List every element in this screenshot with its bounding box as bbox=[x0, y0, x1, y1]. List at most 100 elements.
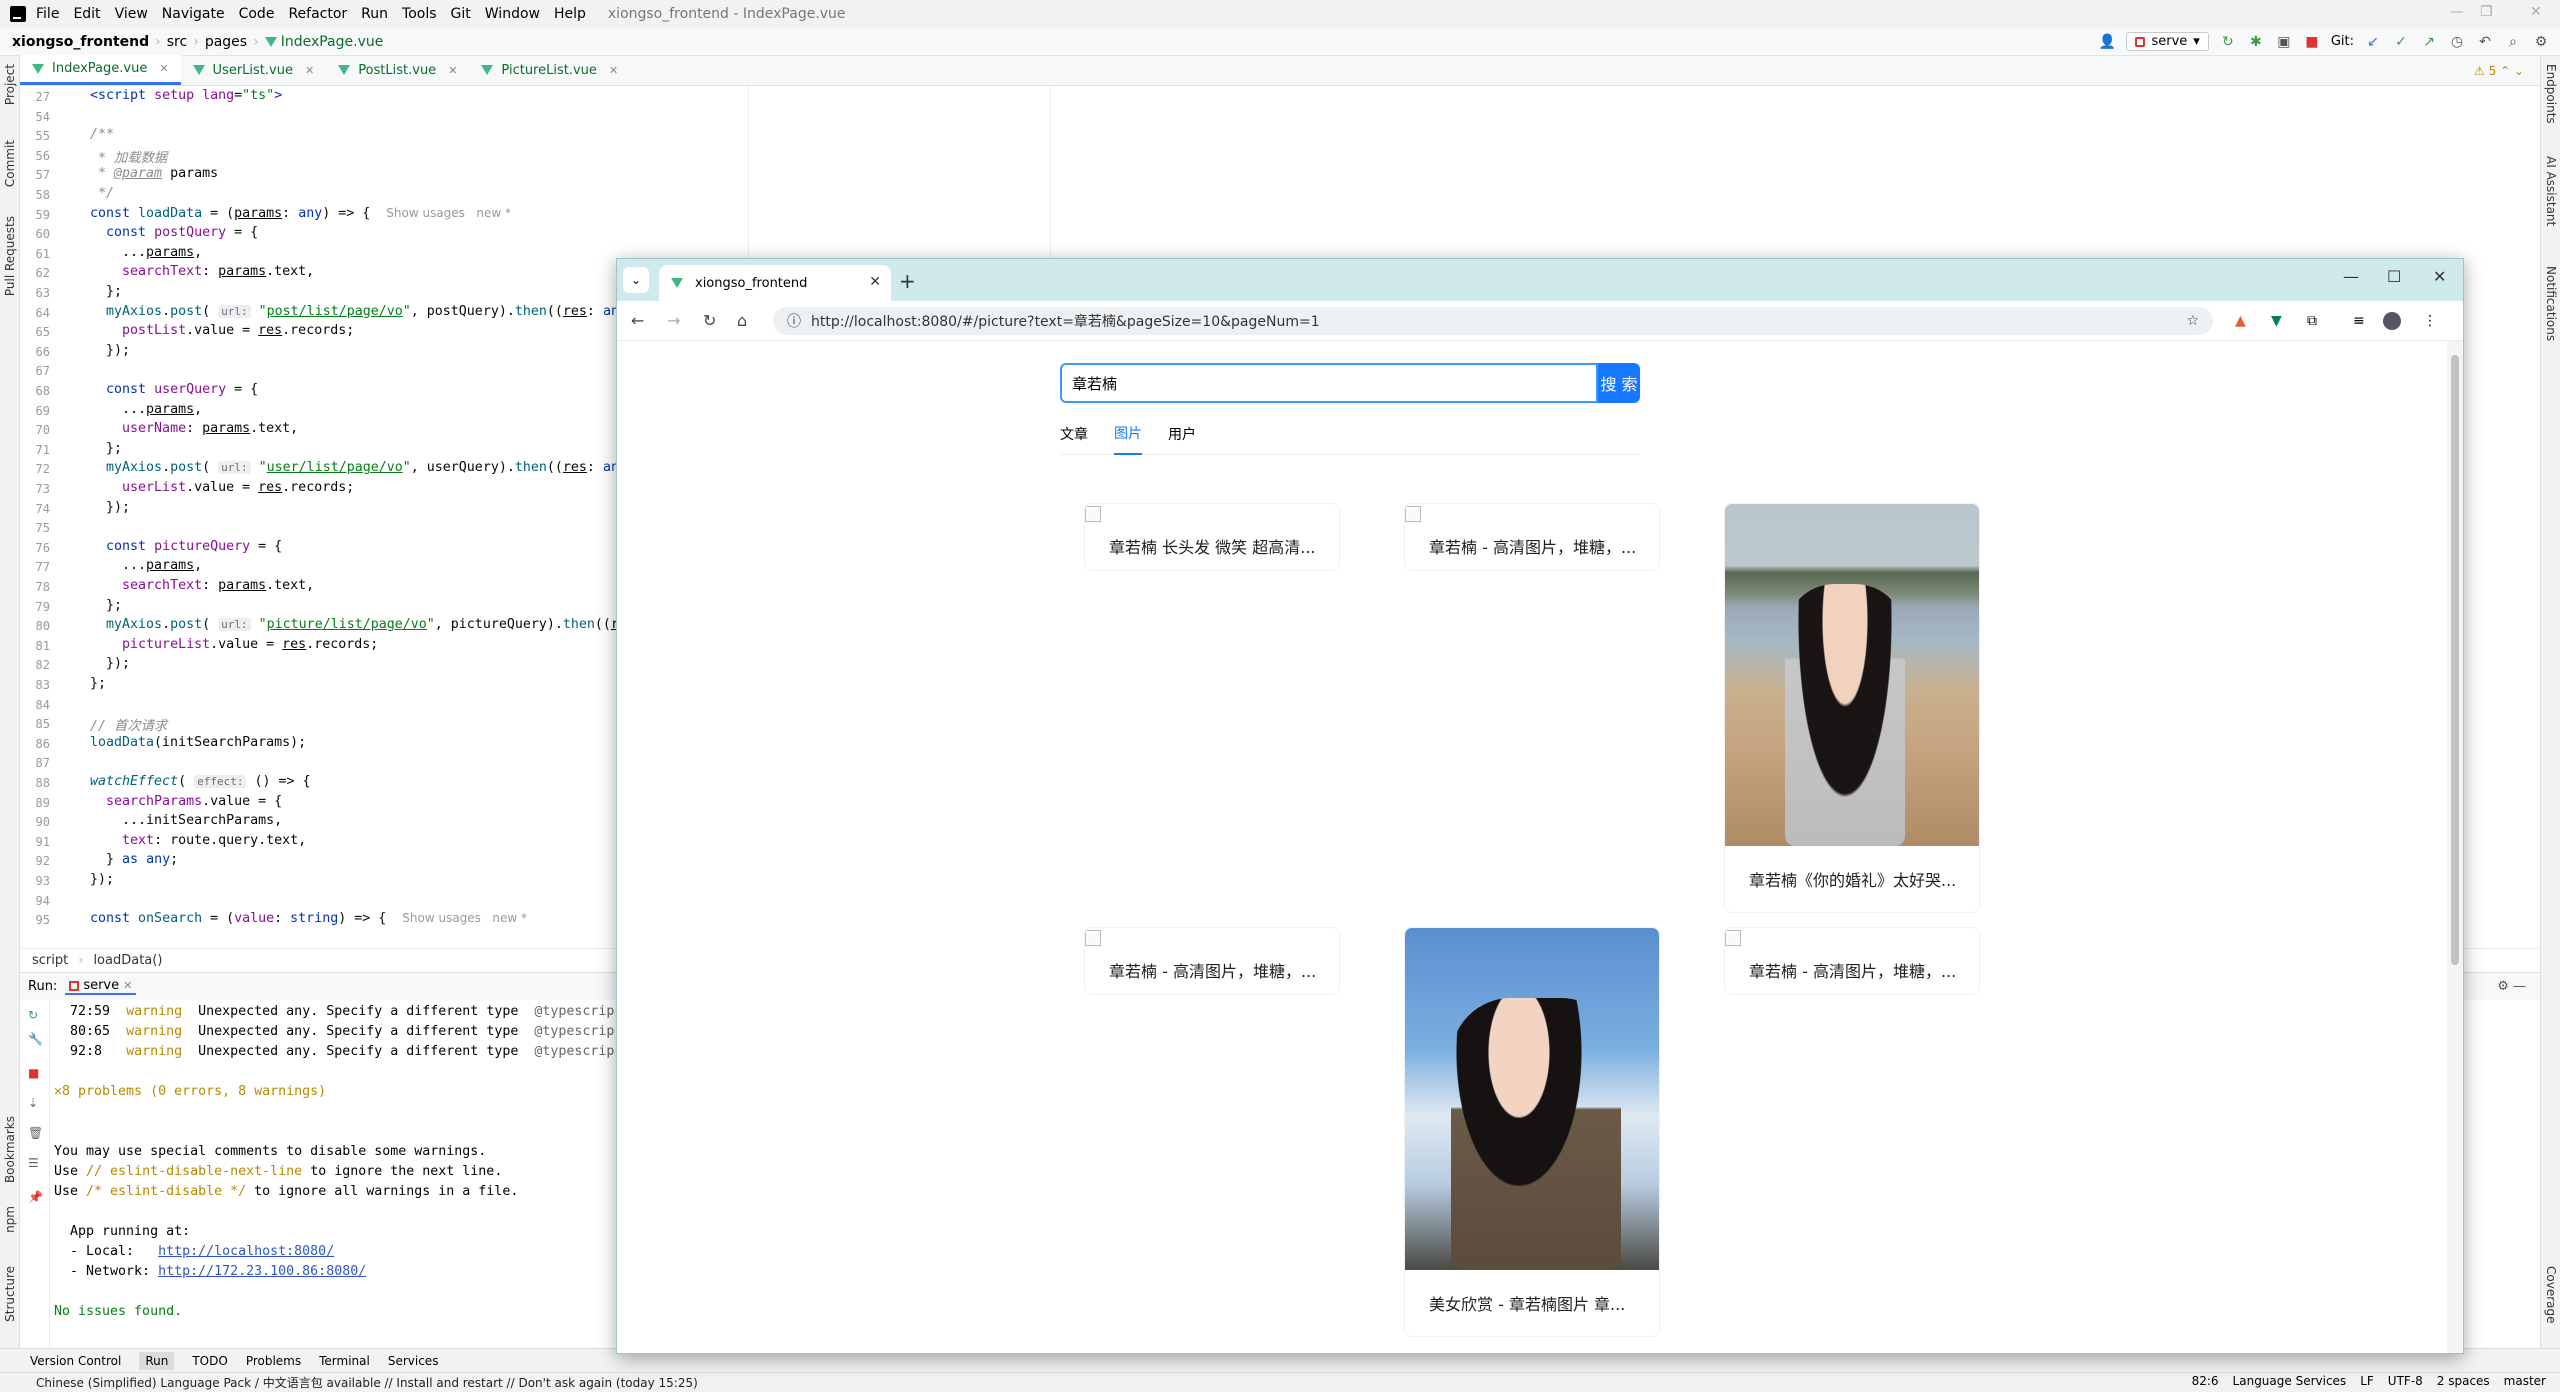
git-commit-icon[interactable]: ✓ bbox=[2392, 33, 2410, 51]
status-message[interactable]: Chinese (Simplified) Language Pack / 中文语… bbox=[36, 1374, 698, 1391]
tab-users[interactable]: 用户 bbox=[1168, 424, 1196, 444]
menu-run[interactable]: Run bbox=[361, 6, 388, 22]
search-button[interactable]: 搜 索 bbox=[1598, 363, 1640, 403]
scrollbar-thumb[interactable] bbox=[2451, 355, 2459, 965]
tool-notifications[interactable]: Notifications bbox=[2544, 266, 2558, 341]
picture-card[interactable]: 美女欣赏 - 章若楠图片 章... bbox=[1404, 927, 1660, 1337]
file-encoding[interactable]: UTF-8 bbox=[2388, 1374, 2423, 1388]
profile-avatar[interactable] bbox=[2383, 312, 2401, 330]
tab-pictures[interactable]: 图片 bbox=[1114, 413, 1142, 455]
forward-icon[interactable]: → bbox=[667, 311, 680, 330]
maximize-icon[interactable]: ☐ bbox=[2387, 267, 2401, 286]
panel-settings-icon[interactable]: ⚙ — bbox=[2497, 979, 2526, 994]
tool-version-control[interactable]: Version Control bbox=[30, 1354, 121, 1368]
reload-icon[interactable]: ↻ bbox=[703, 311, 716, 330]
menu-tools[interactable]: Tools bbox=[402, 6, 437, 22]
stop-icon[interactable]: ■ bbox=[28, 1066, 42, 1080]
menu-view[interactable]: View bbox=[115, 6, 148, 22]
vue-devtools-icon[interactable]: ▼ bbox=[2271, 313, 2282, 329]
git-update-icon[interactable]: ↙ bbox=[2364, 33, 2382, 51]
history-icon[interactable]: ◷ bbox=[2448, 33, 2466, 51]
menu-navigate[interactable]: Navigate bbox=[162, 6, 225, 22]
tool-terminal[interactable]: Terminal bbox=[319, 1354, 370, 1368]
tool-run[interactable]: Run bbox=[139, 1351, 175, 1370]
browser-tab[interactable]: xiongso_frontend ✕ bbox=[659, 265, 891, 301]
address-bar[interactable]: ⓘ http://localhost:8080/#/picture?text=章… bbox=[773, 307, 2213, 335]
tab-search-icon[interactable]: ⌄ bbox=[623, 267, 649, 293]
indent-setting[interactable]: 2 spaces bbox=[2437, 1374, 2490, 1388]
tool-project[interactable]: Project bbox=[3, 64, 17, 105]
coverage-icon[interactable]: ▣ bbox=[2275, 33, 2293, 51]
breadcrumb-project[interactable]: xiongso_frontend bbox=[12, 34, 149, 50]
rerun-icon[interactable]: ↻ bbox=[2219, 33, 2237, 51]
trash-icon[interactable]: 🗑 bbox=[28, 1126, 43, 1140]
close-icon[interactable]: ✕ bbox=[2433, 267, 2446, 286]
warning-indicator[interactable]: ⚠ 5 ⌃ ⌄ bbox=[2474, 64, 2524, 78]
bookmark-star-icon[interactable]: ☆ bbox=[2186, 313, 2199, 329]
restore-icon[interactable]: ❐ bbox=[2480, 4, 2493, 20]
menu-file[interactable]: File bbox=[36, 6, 59, 22]
search-icon[interactable]: ⌕ bbox=[2504, 33, 2522, 51]
tab-post-list[interactable]: PostList.vue ✕ bbox=[326, 55, 469, 85]
tool-todo[interactable]: TODO bbox=[192, 1354, 227, 1368]
close-tab-icon[interactable]: ✕ bbox=[159, 62, 168, 75]
stop-icon[interactable]: ■ bbox=[2303, 33, 2321, 51]
git-branch[interactable]: master bbox=[2504, 1374, 2546, 1388]
more-menu-icon[interactable]: ⋮ bbox=[2423, 313, 2437, 329]
tab-articles[interactable]: 文章 bbox=[1060, 424, 1088, 444]
picture-card[interactable]: 章若楠 长头发 微笑 超高清... bbox=[1084, 503, 1340, 571]
tool-commit[interactable]: Commit bbox=[3, 140, 17, 187]
user-icon[interactable]: 👤 bbox=[2098, 33, 2116, 51]
tool-structure[interactable]: Structure bbox=[3, 1266, 17, 1322]
menu-refactor[interactable]: Refactor bbox=[288, 6, 347, 22]
language-services[interactable]: Language Services bbox=[2233, 1374, 2347, 1388]
search-input[interactable]: 章若楠 bbox=[1060, 363, 1598, 403]
layout-icon[interactable]: ☰ bbox=[28, 1156, 42, 1170]
run-config-select[interactable]: serve ▾ bbox=[2126, 32, 2209, 51]
rollback-icon[interactable]: ↶ bbox=[2476, 33, 2494, 51]
minimize-icon[interactable]: — bbox=[2450, 4, 2464, 20]
menu-code[interactable]: Code bbox=[239, 6, 275, 22]
crumb-script[interactable]: script bbox=[32, 953, 68, 968]
tool-bookmarks[interactable]: Bookmarks bbox=[3, 1116, 17, 1183]
minimize-icon[interactable]: — bbox=[2343, 267, 2359, 286]
breadcrumb-pages[interactable]: pages bbox=[205, 34, 247, 50]
site-info-icon[interactable]: ⓘ bbox=[787, 311, 801, 331]
close-tab-icon[interactable]: ✕ bbox=[305, 64, 314, 77]
tool-coverage[interactable]: Coverage bbox=[2544, 1266, 2558, 1324]
page-scrollbar[interactable] bbox=[2447, 341, 2463, 1353]
extensions-puzzle-icon[interactable]: ⧉ bbox=[2307, 313, 2317, 329]
menu-window[interactable]: Window bbox=[485, 6, 540, 22]
picture-card[interactable]: 章若楠《你的婚礼》太好哭... bbox=[1724, 503, 1980, 913]
pin-icon[interactable]: 📌 bbox=[28, 1190, 43, 1204]
media-icon[interactable]: ≡ bbox=[2353, 313, 2365, 329]
crumb-load-data[interactable]: loadData() bbox=[93, 953, 162, 968]
tool-services[interactable]: Services bbox=[388, 1354, 439, 1368]
breadcrumb-file[interactable]: IndexPage.vue bbox=[281, 34, 384, 50]
close-icon[interactable]: ✕ bbox=[2530, 4, 2542, 20]
menu-help[interactable]: Help bbox=[554, 6, 586, 22]
tool-endpoints[interactable]: Endpoints bbox=[2544, 64, 2558, 124]
back-icon[interactable]: ← bbox=[631, 311, 644, 330]
scroll-down-icon[interactable]: ⇣ bbox=[28, 1096, 42, 1110]
menu-git[interactable]: Git bbox=[451, 6, 471, 22]
gear-icon[interactable]: ⚙ bbox=[2532, 33, 2550, 51]
wrench-icon[interactable]: 🔧 bbox=[28, 1032, 43, 1046]
close-tab-icon[interactable]: ✕ bbox=[448, 64, 457, 77]
run-tab-serve[interactable]: serve ✕ bbox=[65, 978, 137, 995]
tool-npm[interactable]: npm bbox=[3, 1206, 17, 1233]
git-push-icon[interactable]: ↗ bbox=[2420, 33, 2438, 51]
line-separator[interactable]: LF bbox=[2360, 1374, 2374, 1388]
breadcrumb-src[interactable]: src bbox=[167, 34, 187, 50]
tool-ai-assistant[interactable]: AI Assistant bbox=[2544, 156, 2558, 226]
close-tab-icon[interactable]: ✕ bbox=[869, 274, 881, 290]
caret-position[interactable]: 82:6 bbox=[2192, 1374, 2219, 1388]
tab-user-list[interactable]: UserList.vue ✕ bbox=[181, 55, 327, 85]
tab-index-page[interactable]: IndexPage.vue ✕ bbox=[20, 55, 181, 85]
new-tab-icon[interactable]: + bbox=[899, 269, 916, 293]
picture-card[interactable]: 章若楠 - 高清图片，堆糖，... bbox=[1084, 927, 1340, 995]
close-tab-icon[interactable]: ✕ bbox=[609, 64, 618, 77]
menu-edit[interactable]: Edit bbox=[73, 6, 100, 22]
rerun-icon[interactable]: ↻ bbox=[28, 1008, 42, 1022]
tool-pull-requests[interactable]: Pull Requests bbox=[3, 216, 17, 296]
